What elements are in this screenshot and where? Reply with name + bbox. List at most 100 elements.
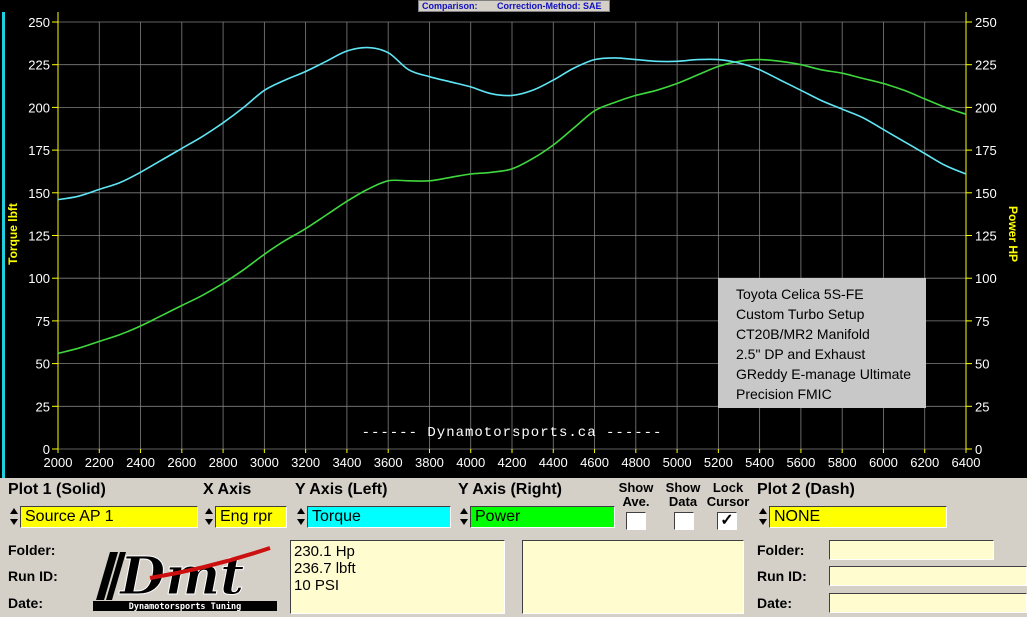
y-left-tick-label: 75 xyxy=(36,314,50,329)
y-right-tick-label: 150 xyxy=(975,186,997,201)
runid-field[interactable] xyxy=(829,566,1027,586)
spinner-up-icon[interactable] xyxy=(205,508,213,514)
folder-label-left: Folder: xyxy=(8,542,56,558)
annotation-line: GReddy E-manage Ultimate xyxy=(736,366,911,382)
x-tick-label: 5000 xyxy=(663,455,692,470)
x-tick-label: 2600 xyxy=(167,455,196,470)
plot2-label: Plot 2 (Dash) xyxy=(757,481,855,498)
y-right-tick-label: 200 xyxy=(975,100,997,115)
y-left-tick-label: 100 xyxy=(28,271,50,286)
yleft-spinner[interactable] xyxy=(295,506,307,528)
comparison-header: Comparison: Correction-Method: SAE xyxy=(418,0,610,12)
x-tick-label: 2400 xyxy=(126,455,155,470)
chart-background xyxy=(0,12,1027,478)
x-tick-label: 2000 xyxy=(44,455,73,470)
correction-method-label: Correction-Method: SAE xyxy=(497,1,602,11)
date-label-left: Date: xyxy=(8,595,44,611)
x-tick-label: 3400 xyxy=(332,455,361,470)
plot1-select[interactable]: Source AP 1 xyxy=(20,506,198,528)
y-right-tick-label: 100 xyxy=(975,271,997,286)
annotation-line: Custom Turbo Setup xyxy=(736,306,865,322)
y-left-tick-label: 175 xyxy=(28,143,50,158)
show-ave-checkbox[interactable] xyxy=(626,512,646,530)
folder-field[interactable] xyxy=(829,540,994,560)
annotation-line: 2.5" DP and Exhaust xyxy=(736,346,865,362)
x-tick-label: 6000 xyxy=(869,455,898,470)
title-bar: Comparison: Correction-Method: SAE xyxy=(0,0,1027,12)
date-label-right: Date: xyxy=(757,595,793,611)
dyno-chart[interactable]: 0255075100125150175200225250 02550751001… xyxy=(0,12,1027,478)
spinner-down-icon[interactable] xyxy=(759,519,767,525)
xaxis-select[interactable]: Eng rpr xyxy=(215,506,287,528)
y-right-axis-label: Power HP xyxy=(1006,206,1020,262)
x-tick-label: 6200 xyxy=(910,455,939,470)
x-tick-label: 5800 xyxy=(828,455,857,470)
plot2-spinner[interactable] xyxy=(757,506,769,528)
y-right-tick-label: 75 xyxy=(975,314,989,329)
spinner-up-icon[interactable] xyxy=(10,508,18,514)
show-ave-label: Show Ave. xyxy=(618,480,654,509)
x-tick-label: 3200 xyxy=(291,455,320,470)
spinner-down-icon[interactable] xyxy=(297,519,305,525)
x-tick-label: 3600 xyxy=(374,455,403,470)
x-tick-label: 2200 xyxy=(85,455,114,470)
runid-label-right: Run ID: xyxy=(757,568,807,584)
lock-cursor-label: Lock Cursor xyxy=(706,480,750,509)
y-left-tick-label: 250 xyxy=(28,15,50,30)
xaxis-spinner[interactable] xyxy=(203,506,215,528)
plot1-label: Plot 1 (Solid) xyxy=(8,481,106,498)
plot2-select[interactable]: NONE xyxy=(769,506,947,528)
spinner-down-icon[interactable] xyxy=(460,519,468,525)
x-tick-label: 4000 xyxy=(456,455,485,470)
y-left-tick-label: 150 xyxy=(28,186,50,201)
plot1-spinner[interactable] xyxy=(8,506,20,528)
x-tick-label: 4200 xyxy=(498,455,527,470)
y-left-axis-label: Torque lbft xyxy=(6,203,20,265)
x-tick-label: 4400 xyxy=(539,455,568,470)
folder-label-right: Folder: xyxy=(757,542,805,558)
spinner-up-icon[interactable] xyxy=(297,508,305,514)
yright-spinner[interactable] xyxy=(458,506,470,528)
yright-select[interactable]: Power xyxy=(470,506,615,528)
results-box: 230.1 Hp 236.7 lbft 10 PSI xyxy=(290,540,505,614)
logo-caption: Dynamotorsports Tuning xyxy=(129,601,242,612)
spinner-down-icon[interactable] xyxy=(10,519,18,525)
spinner-up-icon[interactable] xyxy=(460,508,468,514)
result-power: 230.1 Hp xyxy=(294,543,355,560)
results-box-2 xyxy=(522,540,744,614)
y-right-tick-label: 125 xyxy=(975,229,997,244)
y-left-tick-label: 50 xyxy=(36,357,50,372)
x-tick-label: 5600 xyxy=(786,455,815,470)
result-torque: 236.7 lbft xyxy=(294,560,356,577)
yaxis-right-label: Y Axis (Right) xyxy=(458,481,563,498)
annotation-line: CT20B/MR2 Manifold xyxy=(736,326,870,342)
y-left-tick-label: 225 xyxy=(28,58,50,73)
date-field[interactable] xyxy=(829,593,1027,613)
yleft-select[interactable]: Torque xyxy=(307,506,451,528)
comparison-label: Comparison: xyxy=(422,1,478,11)
watermark: ------ Dynamotorsports.ca ------ xyxy=(362,425,663,441)
spinner-up-icon[interactable] xyxy=(759,508,767,514)
annotation-line: Toyota Celica 5S-FE xyxy=(736,286,864,302)
x-tick-label: 4600 xyxy=(580,455,609,470)
y-right-tick-label: 50 xyxy=(975,357,989,372)
y-left-tick-label: 125 xyxy=(28,229,50,244)
dmt-logo: Dmt Dynamotorsports Tuning xyxy=(90,538,280,612)
x-tick-label: 5200 xyxy=(704,455,733,470)
show-data-checkbox[interactable] xyxy=(674,512,694,530)
show-data-label: Show Data xyxy=(665,480,701,509)
y-right-tick-label: 25 xyxy=(975,399,989,414)
yaxis-left-label: Y Axis (Left) xyxy=(295,481,388,498)
xaxis-label: X Axis xyxy=(203,481,252,498)
annotation-line: Precision FMIC xyxy=(736,386,832,402)
y-left-tick-label: 25 xyxy=(36,399,50,414)
x-tick-label: 6400 xyxy=(952,455,981,470)
x-tick-label: 3800 xyxy=(415,455,444,470)
spinner-down-icon[interactable] xyxy=(205,519,213,525)
x-tick-label: 3000 xyxy=(250,455,279,470)
x-tick-label: 4800 xyxy=(621,455,650,470)
control-panel: Plot 1 (Solid) X Axis Y Axis (Left) Y Ax… xyxy=(0,478,1027,617)
logo-letters: Dmt xyxy=(118,546,244,607)
lock-cursor-checkbox[interactable]: ✓ xyxy=(717,512,737,530)
result-boost: 10 PSI xyxy=(294,577,340,594)
